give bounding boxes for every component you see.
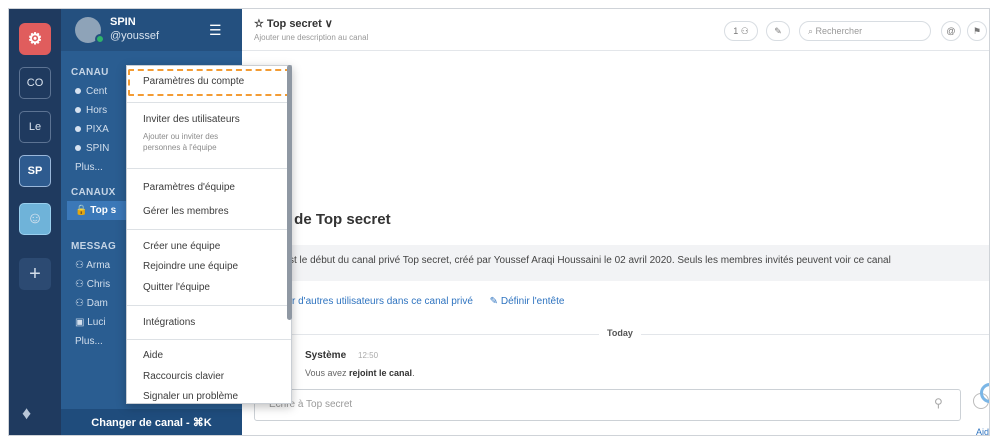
channel-intro-title: : de Top secret <box>285 211 391 228</box>
pin-icon[interactable]: ✎ <box>766 21 790 41</box>
member-count-button[interactable]: 1 ⚇ <box>724 21 758 41</box>
dropdown-scrollbar[interactable] <box>287 65 292 320</box>
section-direct-messages: MESSAG <box>71 241 117 252</box>
sidebar-more-dms[interactable]: Plus... <box>75 336 103 347</box>
define-header-label: Définir l'entête <box>500 296 565 307</box>
sidebar-dm[interactable]: ▣ Luci <box>75 317 106 328</box>
intro-links: r d'autres utilisateurs dans ce canal pr… <box>292 296 564 307</box>
menu-invite-subtext-2: personnes à l'équipe <box>143 143 217 152</box>
channel-title[interactable]: ☆ Top secret ∨ <box>254 17 333 30</box>
switch-channel-button[interactable]: Changer de canal - ⌘K <box>61 409 242 435</box>
sidebar-dm-label: Dam <box>86 298 108 309</box>
sidebar-channel-label: PIXA <box>86 124 109 135</box>
sidebar-channel[interactable]: Cent <box>75 86 107 97</box>
message-composer[interactable] <box>254 389 961 421</box>
menu-keyboard-shortcuts[interactable]: Raccourcis clavier <box>143 371 224 382</box>
menu-invite-subtext-1: Ajouter ou inviter des <box>143 132 219 141</box>
menu-join-team[interactable]: Rejoindre une équipe <box>143 261 238 272</box>
sidebar-channel[interactable]: Hors <box>75 105 107 116</box>
user-icon: ⚇ <box>75 260 87 271</box>
message-author[interactable]: Système <box>305 350 346 361</box>
add-team-button[interactable]: + <box>19 258 51 290</box>
lock-icon: 🔒 <box>75 205 91 216</box>
section-private-channels: CANAUX <box>71 187 116 198</box>
menu-create-team[interactable]: Créer une équipe <box>143 241 220 252</box>
globe-icon <box>75 107 81 114</box>
main-menu-dropdown: Paramètres du compte Inviter des utilisa… <box>126 65 292 404</box>
message-suffix: . <box>412 368 415 378</box>
mention-icon[interactable]: @ <box>941 21 961 41</box>
search-placeholder: Rechercher <box>815 26 863 36</box>
sidebar-dm[interactable]: ⚇ Arma <box>75 260 110 271</box>
online-status-icon <box>95 34 105 44</box>
sidebar-channel-label: Top s <box>90 205 117 216</box>
channel-header: ☆ Top secret ∨ Ajouter une description a… <box>242 9 989 51</box>
menu-invite-users[interactable]: Inviter des utilisateurs <box>143 114 240 125</box>
menu-divider <box>127 102 291 103</box>
define-header-link[interactable]: ✎ Définir l'entête <box>490 296 565 307</box>
members-icon: ⚇ <box>740 25 749 36</box>
user-icon: ⚇ <box>75 279 87 290</box>
sidebar-dm[interactable]: ⚇ Dam <box>75 298 108 309</box>
section-public-channels: CANAU <box>71 67 109 78</box>
hamburger-menu-icon[interactable]: ☰ <box>209 22 222 39</box>
team-sp[interactable]: SP <box>19 155 51 187</box>
attachment-icon[interactable]: ⚲ <box>934 396 943 410</box>
menu-divider <box>127 168 291 169</box>
sidebar-dm-label: Luci <box>87 317 106 328</box>
globe-icon <box>75 126 81 133</box>
sidebar-header[interactable]: SPIN @youssef ☰ <box>61 9 242 51</box>
username: @youssef <box>110 30 160 42</box>
menu-divider <box>127 339 291 340</box>
team-le[interactable]: Le <box>19 111 51 143</box>
menu-manage-members[interactable]: Gérer les membres <box>143 206 229 217</box>
sidebar-channel-label: Cent <box>86 86 108 97</box>
sidebar-more-channels[interactable]: Plus... <box>75 162 103 173</box>
message-text: Vous avez rejoint le canal. <box>305 368 415 378</box>
add-users-link[interactable]: r d'autres utilisateurs dans ce canal pr… <box>292 296 473 307</box>
sidebar-channel-label: SPIN <box>86 143 110 154</box>
message-prefix: Vous avez <box>305 368 350 378</box>
gitlab-icon[interactable]: ♦ <box>22 403 31 424</box>
team-rail: ⚙ CO Le SP ☺ + ♦ <box>9 9 61 435</box>
team-avatar-icon[interactable]: ☺ <box>19 203 51 235</box>
search-input[interactable]: ⌕ Rechercher <box>799 21 931 41</box>
sidebar-channel[interactable]: PIXA <box>75 124 109 135</box>
channel-intro-text: st le début du canal privé Top secret, c… <box>285 245 989 281</box>
date-separator-label: Today <box>599 328 641 338</box>
flag-icon[interactable]: ⚑ <box>967 21 987 41</box>
menu-team-settings[interactable]: Paramètres d'équipe <box>143 182 235 193</box>
channel-description[interactable]: Ajouter une description au canal <box>254 33 368 42</box>
user-icon: ⚇ <box>75 298 87 309</box>
sidebar-dm-label: Arma <box>86 260 111 271</box>
message-bold: rejoint le canal <box>349 368 413 378</box>
app-logo-icon[interactable]: ⚙ <box>19 23 51 55</box>
message-time[interactable]: 12:50 <box>358 351 378 360</box>
globe-icon <box>75 145 81 152</box>
app-window: ⚙ CO Le SP ☺ + ♦ SPIN @youssef ☰ CANAU C… <box>8 8 990 436</box>
team-co[interactable]: CO <box>19 67 51 99</box>
avatar-icon: ▣ <box>75 317 88 328</box>
sidebar-dm[interactable]: ⚇ Chris <box>75 279 110 290</box>
globe-icon <box>75 88 81 95</box>
menu-divider <box>127 229 291 230</box>
member-count: 1 <box>733 26 739 36</box>
menu-integrations[interactable]: Intégrations <box>143 317 195 328</box>
menu-divider <box>127 305 291 306</box>
sidebar-channel[interactable]: SPIN <box>75 143 109 154</box>
search-icon: ⌕ <box>808 26 816 36</box>
menu-leave-team[interactable]: Quitter l'équipe <box>143 282 210 293</box>
help-link[interactable]: Aide <box>976 427 989 435</box>
menu-account-settings[interactable]: Paramètres du compte <box>143 76 244 87</box>
menu-help[interactable]: Aide <box>143 350 163 361</box>
team-name: SPIN <box>110 16 136 28</box>
sidebar-dm-label: Chris <box>86 279 111 290</box>
pencil-icon: ✎ <box>489 296 501 307</box>
sidebar-channel-label: Hors <box>86 105 108 116</box>
menu-report-problem[interactable]: Signaler un problème <box>143 391 238 402</box>
